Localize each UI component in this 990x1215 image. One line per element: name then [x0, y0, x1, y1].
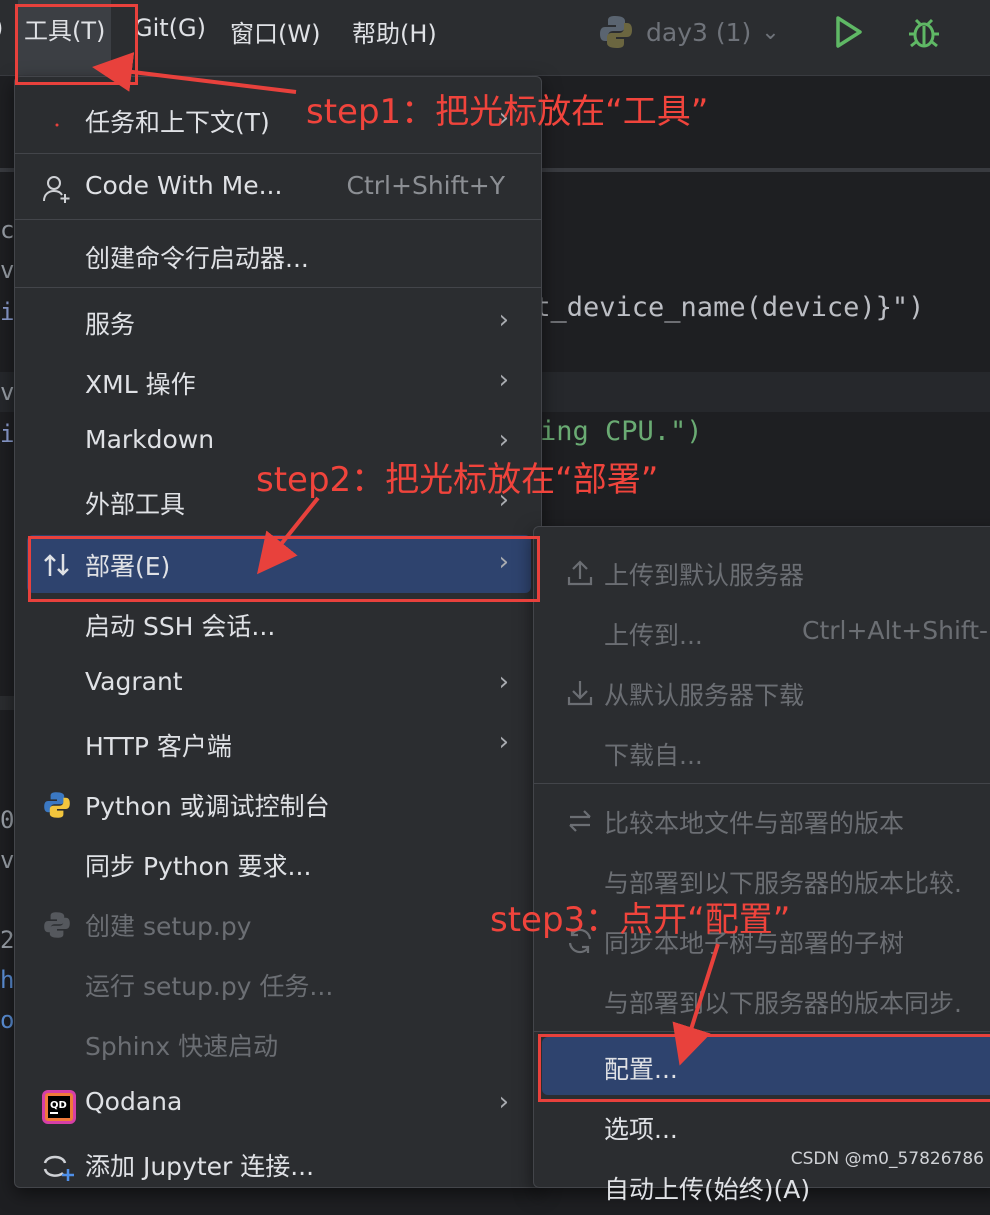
watermark: CSDN @m0_57826786 [790, 1149, 984, 1169]
annotation-arrows [92, 52, 720, 1066]
arrow-step2 [257, 496, 320, 575]
annotation-step1: step1：把光标放在“工具” [306, 92, 709, 132]
annotation-step2: step2：把光标放在“部署” [256, 460, 659, 500]
annotation-step3: step3：点开“配置” [490, 900, 791, 940]
arrow-step1 [92, 52, 297, 94]
arrow-step3 [672, 943, 720, 1066]
